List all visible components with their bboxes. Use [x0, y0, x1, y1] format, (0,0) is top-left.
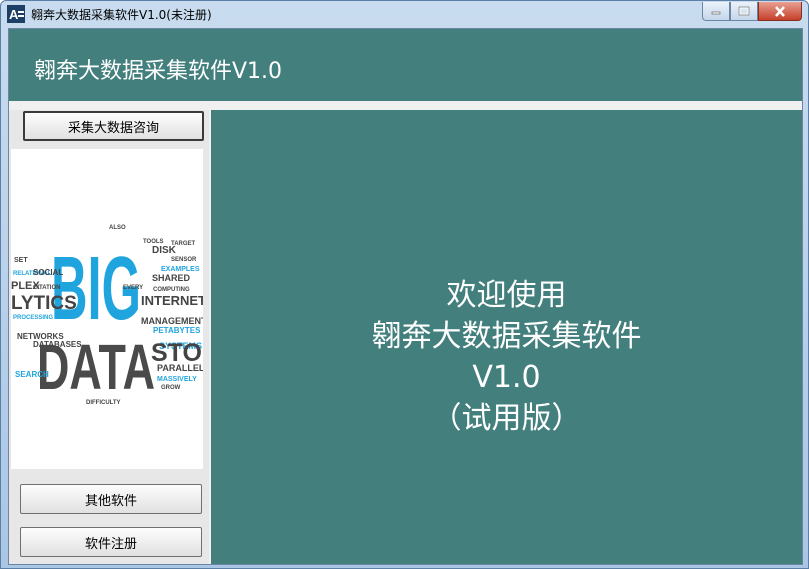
wordcloud-word: DATABASES — [33, 340, 82, 349]
wordcloud-word: EXAMPLES — [161, 266, 200, 273]
wordcloud-word: PARALLEL — [157, 363, 203, 373]
svg-text:A: A — [9, 7, 19, 22]
wordcloud-word: SET — [14, 257, 28, 264]
welcome-message: 欢迎使用 翱奔大数据采集软件 V1.0 （试用版） — [211, 275, 802, 439]
welcome-line-1: 欢迎使用 — [446, 278, 567, 313]
wordcloud-svg: BIG DATA ALSOTOOLS TARGETDISKEXAMPLESSENS… — [11, 225, 258, 406]
header-banner: 翱奔大数据采集软件V1.0 — [9, 29, 802, 101]
wordcloud-word: MANAGEMENT — [141, 316, 203, 326]
wordcloud-word: SEARCH — [15, 370, 49, 379]
wordcloud-word: DIFFICULTY — [86, 400, 121, 406]
maximize-icon — [738, 6, 750, 16]
wordcloud-word: SHARED — [152, 273, 191, 283]
minimize-button[interactable] — [702, 2, 730, 21]
wordcloud-word: CITATION — [33, 285, 60, 291]
minimize-icon — [711, 11, 721, 15]
title-bar[interactable]: A 翱奔大数据采集软件V1.0(未注册) — [1, 1, 808, 27]
bigdata-wordcloud-image: BIG DATA ALSO TOOLS TARGET DISK EXAMPLES SENS… — [11, 149, 258, 469]
app-icon: A — [7, 5, 25, 23]
client-area: 翱奔大数据采集软件V1.0 采集大数据咨询 BIG DATA ALSO TOOLS… — [8, 28, 803, 565]
other-software-button[interactable]: 其他软件 — [20, 484, 202, 514]
wordcloud-word: SOCIAL — [33, 268, 63, 277]
consult-button[interactable]: 采集大数据咨询 — [23, 111, 204, 141]
wordcloud-word: PROCESSING — [13, 315, 53, 321]
main-content: 欢迎使用 翱奔大数据采集软件 V1.0 （试用版） — [211, 110, 802, 564]
window-title: 翱奔大数据采集软件V1.0(未注册) — [31, 8, 212, 22]
wordcloud-word: INTERNET — [141, 293, 203, 308]
register-button[interactable]: 软件注册 — [20, 527, 202, 557]
maximize-button[interactable] — [730, 2, 758, 21]
wordcloud-word: PETABYTES — [153, 326, 201, 335]
wordcloud-word: LYTICS — [11, 293, 77, 314]
wordcloud-word: GROW — [161, 385, 181, 391]
welcome-line-4: （试用版） — [431, 401, 582, 436]
wordcloud-word: EVERY — [123, 285, 143, 291]
welcome-line-3: V1.0 — [472, 360, 541, 395]
close-icon — [775, 5, 785, 17]
app-window: A 翱奔大数据采集软件V1.0(未注册) 翱奔大数据采集软件V1.0 采集大数据… — [0, 0, 809, 569]
wordcloud-word: MASSIVELY — [157, 376, 197, 383]
wordcloud-word: DISK — [152, 245, 177, 256]
window-controls — [702, 2, 802, 21]
header-title: 翱奔大数据采集软件V1.0 — [34, 59, 283, 84]
wordcloud-word: SENSOR — [171, 257, 197, 263]
wordcloud-word: ALSO — [109, 225, 126, 231]
welcome-line-2: 翱奔大数据采集软件 — [371, 319, 642, 354]
close-button[interactable] — [758, 2, 802, 21]
